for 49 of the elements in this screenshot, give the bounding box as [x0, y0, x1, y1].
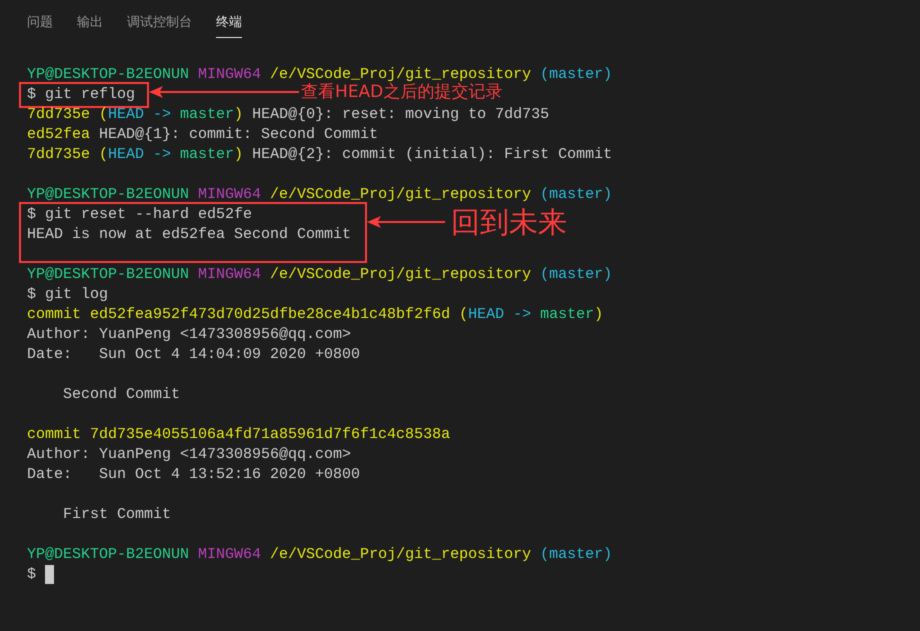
commit-hash: )	[594, 306, 604, 323]
prompt-branch: (master)	[540, 186, 612, 203]
terminal-text: $ git reflog	[27, 86, 136, 103]
terminal-text: Date: Sun Oct 4 13:52:16 2020 +0800	[27, 466, 360, 483]
commit-hash: ed52fea	[27, 126, 92, 143]
head-ref: HEAD ->	[108, 106, 172, 123]
terminal-text: Author: YuanPeng <1473308956@qq.com>	[27, 326, 352, 343]
panel-tab[interactable]: 终端	[216, 12, 242, 38]
terminal-text: $ git reset --hard ed52fe	[27, 206, 252, 223]
prompt-system: MINGW64	[198, 186, 262, 203]
commit-hash: 7dd735e (	[27, 106, 108, 123]
prompt-path: /e/VSCode_Proj/git_repository	[270, 266, 532, 283]
terminal-text: Second Commit	[62, 386, 180, 403]
commit-hash: )	[234, 146, 244, 163]
commit-hash: 7dd735e (	[27, 146, 108, 163]
terminal-text: HEAD@{1}: commit: Second Commit	[99, 126, 378, 143]
panel-tab[interactable]: 问题	[27, 12, 53, 38]
prompt-user: YP@DESKTOP-B2EONUN	[27, 186, 190, 203]
branch-ref: master	[180, 146, 234, 163]
branch-ref: master	[180, 106, 234, 123]
commit-hash: commit 7dd735e4055106a4fd71a85961d7f6f1c4c8538a	[27, 426, 450, 443]
prompt-system: MINGW64	[198, 66, 262, 83]
prompt-user: YP@DESKTOP-B2EONUN	[27, 66, 190, 83]
prompt-branch: (master)	[540, 546, 612, 563]
prompt-path: /e/VSCode_Proj/git_repository	[270, 66, 532, 83]
prompt-branch: (master)	[540, 266, 612, 283]
commit-hash: commit ed52fea952f473d70d25dfbe28ce4b1c48bf2f6d (	[27, 306, 468, 323]
terminal-text: $	[27, 566, 38, 583]
prompt-path: /e/VSCode_Proj/git_repository	[270, 186, 532, 203]
terminal-text: HEAD@{0}: reset: moving to 7dd735	[252, 106, 550, 123]
terminal-text: $ git log	[27, 286, 108, 303]
terminal-text: HEAD@{2}: commit (initial): First Commit	[252, 146, 612, 163]
branch-ref: master	[540, 306, 594, 323]
terminal-text: Date: Sun Oct 4 14:04:09 2020 +0800	[27, 346, 360, 363]
prompt-user: YP@DESKTOP-B2EONUN	[27, 266, 190, 283]
prompt-branch: (master)	[540, 66, 612, 83]
prompt-system: MINGW64	[198, 546, 262, 563]
head-ref: HEAD ->	[468, 306, 532, 323]
panel-tab[interactable]: 调试控制台	[127, 12, 192, 38]
panel-tab[interactable]: 输出	[77, 12, 103, 38]
prompt-system: MINGW64	[198, 266, 262, 283]
terminal-text: HEAD is now at ed52fea Second Commit	[27, 226, 352, 243]
callout-label: 查看HEAD之后的提交记录	[301, 82, 502, 102]
terminal-text: Author: YuanPeng <1473308956@qq.com>	[27, 446, 352, 463]
commit-hash: )	[234, 106, 244, 123]
head-ref: HEAD ->	[108, 146, 172, 163]
terminal-text: First Commit	[62, 506, 172, 523]
prompt-user: YP@DESKTOP-B2EONUN	[27, 546, 190, 563]
prompt-path: /e/VSCode_Proj/git_repository	[270, 546, 532, 563]
